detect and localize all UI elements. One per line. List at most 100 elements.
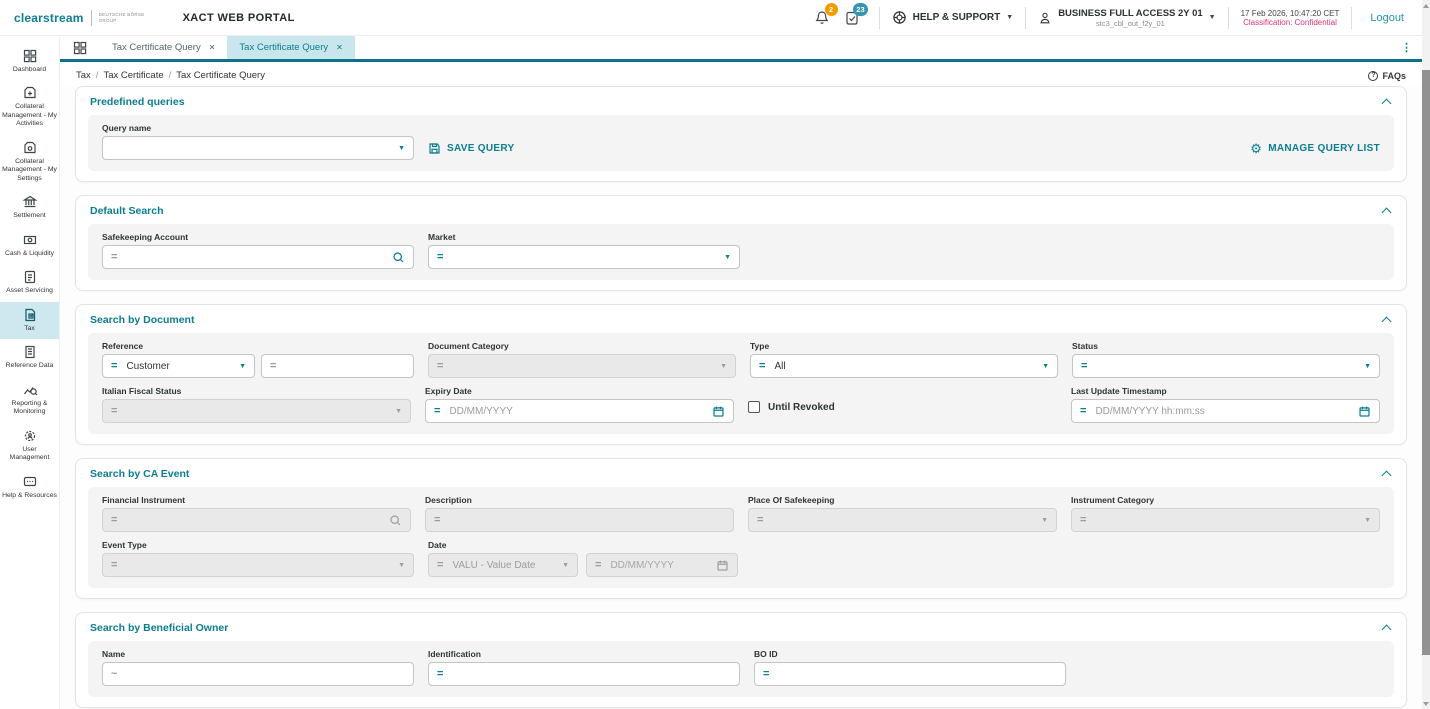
faqs-link[interactable]: ? FAQs xyxy=(1368,71,1406,81)
logout-button[interactable]: Logout xyxy=(1370,12,1404,24)
reference-value-field[interactable]: = xyxy=(261,354,414,378)
collapse-chevron-icon[interactable] xyxy=(1382,315,1392,325)
collapse-chevron-icon[interactable] xyxy=(1382,623,1392,633)
tab-overflow-menu-icon[interactable]: ⋮ xyxy=(1391,36,1422,59)
document-category-label: Document Category xyxy=(428,341,736,351)
sidebar-item-dashboard[interactable]: Dashboard xyxy=(0,43,59,80)
tab-tax-certificate-query-1[interactable]: Tax Certificate Query ✕ xyxy=(100,36,227,59)
header-actions: 2 23 HELP & SUPPORT ▼ BUSINESS FULL ACCE… xyxy=(807,0,1422,35)
chevron-down-icon: ▼ xyxy=(398,145,405,152)
document-category-select: = ▼ xyxy=(428,354,736,378)
until-revoked-checkbox-row[interactable]: Until Revoked xyxy=(748,386,1057,413)
market-input[interactable] xyxy=(452,252,715,263)
tasks-badge: 23 xyxy=(853,3,867,16)
sidebar-item-reporting-monitoring[interactable]: Reporting & Monitoring xyxy=(0,377,59,423)
sidebar-item-collateral-my-activities[interactable]: Collateral Management - My Activities xyxy=(0,80,59,134)
sidebar-item-cash-liquidity[interactable]: Cash & Liquidity xyxy=(0,227,59,264)
search-icon[interactable] xyxy=(392,251,405,264)
scroll-down-arrow-icon[interactable] xyxy=(1423,702,1429,706)
user-text: BUSINESS FULL ACCESS 2Y 01 stc3_cbl_out_… xyxy=(1058,8,1202,28)
manage-query-list-button[interactable]: ⚙ MANAGE QUERY LIST xyxy=(1250,142,1380,155)
bo-id-label: BO ID xyxy=(754,649,1066,659)
section-predefined-queries: Predefined queries Query name ▼ SAVE QUE… xyxy=(75,86,1407,182)
name-input[interactable] xyxy=(126,669,405,680)
calendar-icon[interactable] xyxy=(712,405,725,418)
collapse-chevron-icon[interactable] xyxy=(1382,206,1392,216)
section-title: Search by Beneficial Owner xyxy=(90,622,228,634)
sidebar-item-user-management[interactable]: User Management xyxy=(0,423,59,469)
help-resources-icon xyxy=(22,474,38,490)
brand-clearstream: clearstream xyxy=(14,11,84,25)
chevron-down-icon: ▼ xyxy=(1364,363,1371,370)
bo-id-input[interactable] xyxy=(778,669,1057,680)
header-separator xyxy=(1351,7,1352,29)
expiry-date-field[interactable]: = xyxy=(425,399,734,423)
breadcrumb-tax[interactable]: Tax xyxy=(76,70,91,81)
status-select[interactable]: = ▼ xyxy=(1072,354,1380,378)
brand-logo[interactable]: clearstream DEUTSCHE BÖRSEGROUP xyxy=(0,10,145,26)
chevron-down-icon: ▼ xyxy=(720,363,727,370)
breadcrumb-tax-certificate[interactable]: Tax Certificate xyxy=(103,70,163,81)
sidebar-item-tax[interactable]: Tax xyxy=(0,302,59,339)
collapse-chevron-icon[interactable] xyxy=(1382,97,1392,107)
name-field[interactable]: ~ xyxy=(102,662,414,686)
reference-type-select[interactable]: = Customer ▼ xyxy=(102,354,255,378)
datetime: 17 Feb 2026, 10:47:20 CET xyxy=(1241,9,1340,18)
equals-operator-icon: = xyxy=(759,361,765,372)
tasks-button[interactable]: 23 xyxy=(844,10,860,26)
italian-fiscal-status-select: = ▼ xyxy=(102,399,411,423)
help-support-button[interactable]: HELP & SUPPORT ▼ xyxy=(892,10,1014,25)
notifications-button[interactable]: 2 xyxy=(814,10,830,26)
calendar-icon[interactable] xyxy=(1358,405,1371,418)
safekeeping-account-field[interactable]: = xyxy=(102,245,414,269)
expiry-date-input[interactable] xyxy=(449,406,703,417)
equals-operator-icon: = xyxy=(1081,361,1087,372)
header-separator xyxy=(879,7,880,29)
last-update-timestamp-input[interactable] xyxy=(1095,406,1349,417)
bo-id-field[interactable]: = xyxy=(754,662,1066,686)
italian-fiscal-status-label: Italian Fiscal Status xyxy=(102,386,411,396)
user-menu[interactable]: BUSINESS FULL ACCESS 2Y 01 stc3_cbl_out_… xyxy=(1038,8,1215,28)
tab-tax-certificate-query-2[interactable]: Tax Certificate Query ✕ xyxy=(227,36,354,59)
save-query-button[interactable]: SAVE QUERY xyxy=(428,142,514,155)
user-name: BUSINESS FULL ACCESS 2Y 01 xyxy=(1058,8,1202,19)
sidebar-item-settlement[interactable]: Settlement xyxy=(0,189,59,226)
gear-icon: ⚙ xyxy=(1250,142,1262,155)
sidebar-item-help-resources[interactable]: Help & Resources xyxy=(0,469,59,506)
type-select[interactable]: = All ▼ xyxy=(750,354,1058,378)
checkbox-icon[interactable] xyxy=(748,401,760,413)
equals-operator-icon: = xyxy=(434,515,440,526)
place-of-safekeeping-label: Place Of Safekeeping xyxy=(748,495,1057,505)
query-name-select[interactable]: ▼ xyxy=(102,136,414,160)
scrollbar-thumb[interactable] xyxy=(1422,70,1430,655)
section-search-by-beneficial-owner: Search by Beneficial Owner Name ~ Identi… xyxy=(75,612,1407,708)
section-title: Search by Document xyxy=(90,314,194,326)
equals-operator-icon: = xyxy=(111,361,117,372)
equals-operator-icon: = xyxy=(437,560,443,571)
sidebar-item-collateral-my-settings[interactable]: Collateral Management - My Settings xyxy=(0,135,59,189)
query-name-input[interactable] xyxy=(111,143,389,154)
close-icon[interactable]: ✕ xyxy=(336,43,343,52)
scroll-up-arrow-icon[interactable] xyxy=(1423,4,1429,8)
tab-overview-button[interactable] xyxy=(60,36,100,59)
search-icon xyxy=(389,514,402,527)
close-icon[interactable]: ✕ xyxy=(209,43,216,52)
date-label: Date xyxy=(428,540,740,550)
identification-label: Identification xyxy=(428,649,740,659)
breadcrumb-bar: Tax / Tax Certificate / Tax Certificate … xyxy=(60,65,1422,86)
top-header: clearstream DEUTSCHE BÖRSEGROUP XACT WEB… xyxy=(0,0,1422,36)
safekeeping-account-input[interactable] xyxy=(126,252,383,263)
collapse-chevron-icon[interactable] xyxy=(1382,469,1392,479)
vertical-scrollbar[interactable] xyxy=(1422,0,1430,709)
identification-field[interactable]: = xyxy=(428,662,740,686)
sidebar: Dashboard Collateral Management - My Act… xyxy=(0,36,60,709)
collateral-settings-icon xyxy=(22,140,38,156)
market-select[interactable]: = ▼ xyxy=(428,245,740,269)
identification-input[interactable] xyxy=(452,669,731,680)
status-input[interactable] xyxy=(1096,361,1355,372)
reference-value-input[interactable] xyxy=(285,361,405,372)
financial-instrument-label: Financial Instrument xyxy=(102,495,411,505)
sidebar-item-asset-servicing[interactable]: Asset Servicing xyxy=(0,264,59,301)
last-update-timestamp-field[interactable]: = xyxy=(1071,399,1380,423)
sidebar-item-reference-data[interactable]: Reference Data xyxy=(0,339,59,376)
